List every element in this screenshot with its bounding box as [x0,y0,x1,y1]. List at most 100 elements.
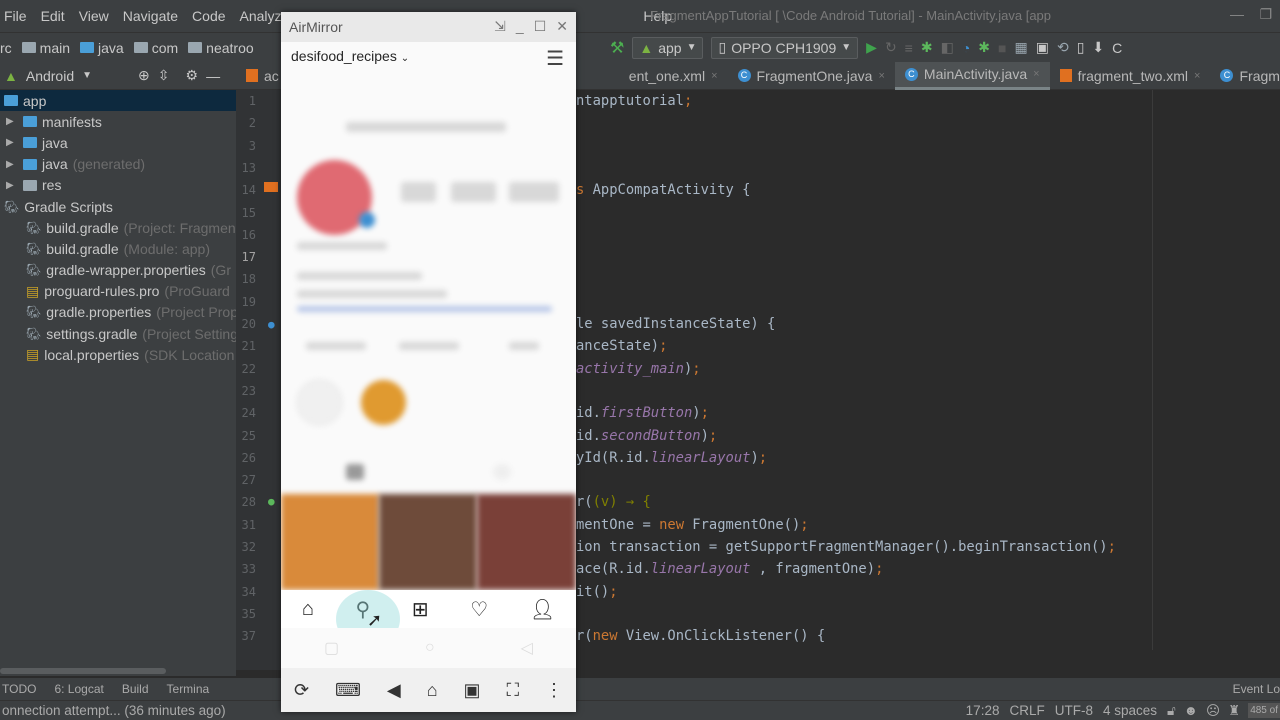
menu-edit[interactable]: Edit [41,8,65,24]
breadcrumb-item[interactable]: neatroo [188,40,254,56]
more-icon[interactable]: ⋮ [545,680,563,701]
file-encoding[interactable]: UTF-8 [1055,703,1093,718]
close-tab-icon[interactable]: × [1033,68,1039,80]
minimize-icon[interactable]: — [1230,6,1244,22]
tree-item[interactable]: 🐘︎ Gradle Scripts [0,196,236,217]
tree-item[interactable]: 🐘︎ build.gradle (Module: app) [0,238,236,259]
run-icon[interactable]: ▶ [866,39,877,56]
pop-in-icon[interactable]: ⇲ [494,18,506,35]
apply-code-icon[interactable]: ≡ [905,40,913,56]
menu-navigate[interactable]: Navigate [123,8,178,24]
home-icon[interactable]: ⌂ [427,680,438,701]
memory-indicator[interactable]: 485 of [1248,703,1280,718]
project-structure-icon[interactable]: ▦ [1014,39,1027,56]
tree-item[interactable]: app [0,90,236,112]
profile-icon[interactable]: 👤︎ [530,597,555,622]
tree-item[interactable]: 🐘︎ settings.gradle (Project Setting [0,323,236,344]
collapse-icon[interactable]: ⇳ [158,67,170,84]
run-config-select[interactable]: ▲ app ▼ [632,36,704,59]
build-hammer-icon[interactable]: ⚒ [610,38,624,58]
tool-todo[interactable]: TODO [2,682,36,696]
tab-fragment-two-xml[interactable]: fragment_two.xml × [1050,62,1211,90]
sync-icon[interactable]: ⟲ [1057,39,1069,56]
close-tab-icon[interactable]: × [711,70,717,82]
recents-icon[interactable]: ▢ [324,638,339,658]
tree-item[interactable]: ▤ local.properties (SDK Location [0,344,236,365]
maximize-icon[interactable]: ☐ [534,18,547,35]
breadcrumb-item[interactable]: main [21,40,70,56]
tool-build[interactable]: Build [122,682,149,696]
tree-item[interactable]: ▶ java [0,132,236,153]
line-separator[interactable]: CRLF [1009,703,1044,718]
tree-item[interactable]: ▶ manifests [0,111,236,132]
breadcrumb-item[interactable]: java [80,40,124,56]
lock-icon[interactable]: 🔓︎ [1167,703,1176,719]
smiley-icon[interactable]: ☻ [1184,703,1198,718]
expand-arrow-icon[interactable]: ▶ [6,137,18,148]
caret-position[interactable]: 17:28 [966,703,1000,718]
avd-manager-icon[interactable]: ▯ [1077,39,1085,56]
breadcrumb-item[interactable]: com [133,40,178,56]
java-class-icon: C [737,69,751,82]
device-select[interactable]: ▯ OPPO CPH1909 ▼ [711,36,859,59]
override-marker-icon[interactable]: ● [268,495,275,508]
menu-code[interactable]: Code [192,8,225,24]
stop-icon[interactable]: ■ [998,40,1006,56]
home-circle-icon[interactable]: ○ [425,639,435,657]
menu-file[interactable]: File [4,8,27,24]
back-icon[interactable]: ◁ [521,638,533,658]
inspector-icon[interactable]: ♜ [1228,703,1240,719]
tree-item[interactable]: 🐘︎ gradle-wrapper.properties (Gr [0,260,236,281]
tree-item[interactable]: 🐘︎ gradle.properties (Project Prop [0,302,236,323]
tree-item[interactable]: ▶ java (generated) [0,154,236,175]
code-editor[interactable]: ntapptutorial; s AppCompatActivity {le sa… [576,90,1280,670]
close-tab-icon[interactable]: × [1194,70,1200,82]
breadcrumb-item[interactable]: rc [0,40,12,56]
tree-horizontal-scrollbar[interactable] [0,668,236,676]
sdk-manager-icon[interactable]: ⬇ [1092,39,1104,56]
profile-icon[interactable]: ◔ [962,40,970,56]
gear-icon[interactable]: ⚙ [186,67,199,84]
add-post-icon[interactable]: ⊞ [412,597,429,622]
home-icon[interactable]: ⌂ [302,598,314,621]
tree-item[interactable]: ▤ proguard-rules.pro (ProGuard [0,281,236,302]
tree-item[interactable]: ▶ res [0,175,236,196]
expand-arrow-icon[interactable]: ▶ [6,180,18,191]
tool-event-lo[interactable]: Event Lo [1233,682,1280,696]
sad-icon[interactable]: ☹ [1206,703,1220,719]
hide-icon[interactable]: — [206,68,220,84]
apply-changes-icon[interactable]: ↻ [885,39,897,56]
expand-arrow-icon[interactable]: ▶ [6,159,18,170]
xml-layout-icon[interactable] [264,182,278,192]
attach-debugger-icon[interactable]: ✱ [978,39,990,56]
menu-icon[interactable]: ☰ [546,46,564,71]
heart-icon[interactable]: ♡ [470,597,488,622]
status-message[interactable]: onnection attempt... (36 minutes ago) [2,703,226,718]
terminal-icon[interactable]: ▣ [1036,39,1049,56]
tab-mainactivity-java[interactable]: C MainActivity.java × [894,61,1050,90]
keyboard-icon[interactable]: ⌨ [335,680,361,701]
attach-icon[interactable]: ◧ [941,39,954,56]
restore-icon[interactable]: ❐ [1260,6,1273,22]
tree-item[interactable]: 🐘︎ build.gradle (Project: Fragmen [0,217,236,238]
indent-setting[interactable]: 4 spaces [1103,703,1157,718]
tool-termina[interactable]: Termina [167,682,210,696]
debug-icon[interactable]: ✱ [921,39,933,56]
close-icon[interactable]: ✕ [556,18,568,35]
minimize-icon[interactable]: _ [516,18,524,35]
project-view-select[interactable]: Android [26,68,74,84]
back-icon[interactable]: ◀ [387,680,401,701]
locate-icon[interactable]: ⊕ [138,67,150,84]
tab-fragmer[interactable]: CFragmer [1210,62,1280,90]
menu-view[interactable]: View [79,8,109,24]
tab-fragmentone-java[interactable]: C FragmentOne.java × [728,62,895,90]
rotate-icon[interactable]: ⟳ [294,680,309,701]
expand-arrow-icon[interactable]: ▶ [6,116,18,127]
screenshot-icon[interactable]: ⛶ [506,680,519,701]
close-tab-icon[interactable]: × [878,70,884,82]
account-switcher[interactable]: desifood_recipes ⌄ [291,48,409,64]
override-marker-icon[interactable]: ● [268,318,275,331]
recents-icon[interactable]: ▣ [464,680,481,701]
tab-ent-one-xml[interactable]: ent_one.xml × [619,62,728,90]
tool-6-logcat[interactable]: 6: Logcat [54,682,103,696]
